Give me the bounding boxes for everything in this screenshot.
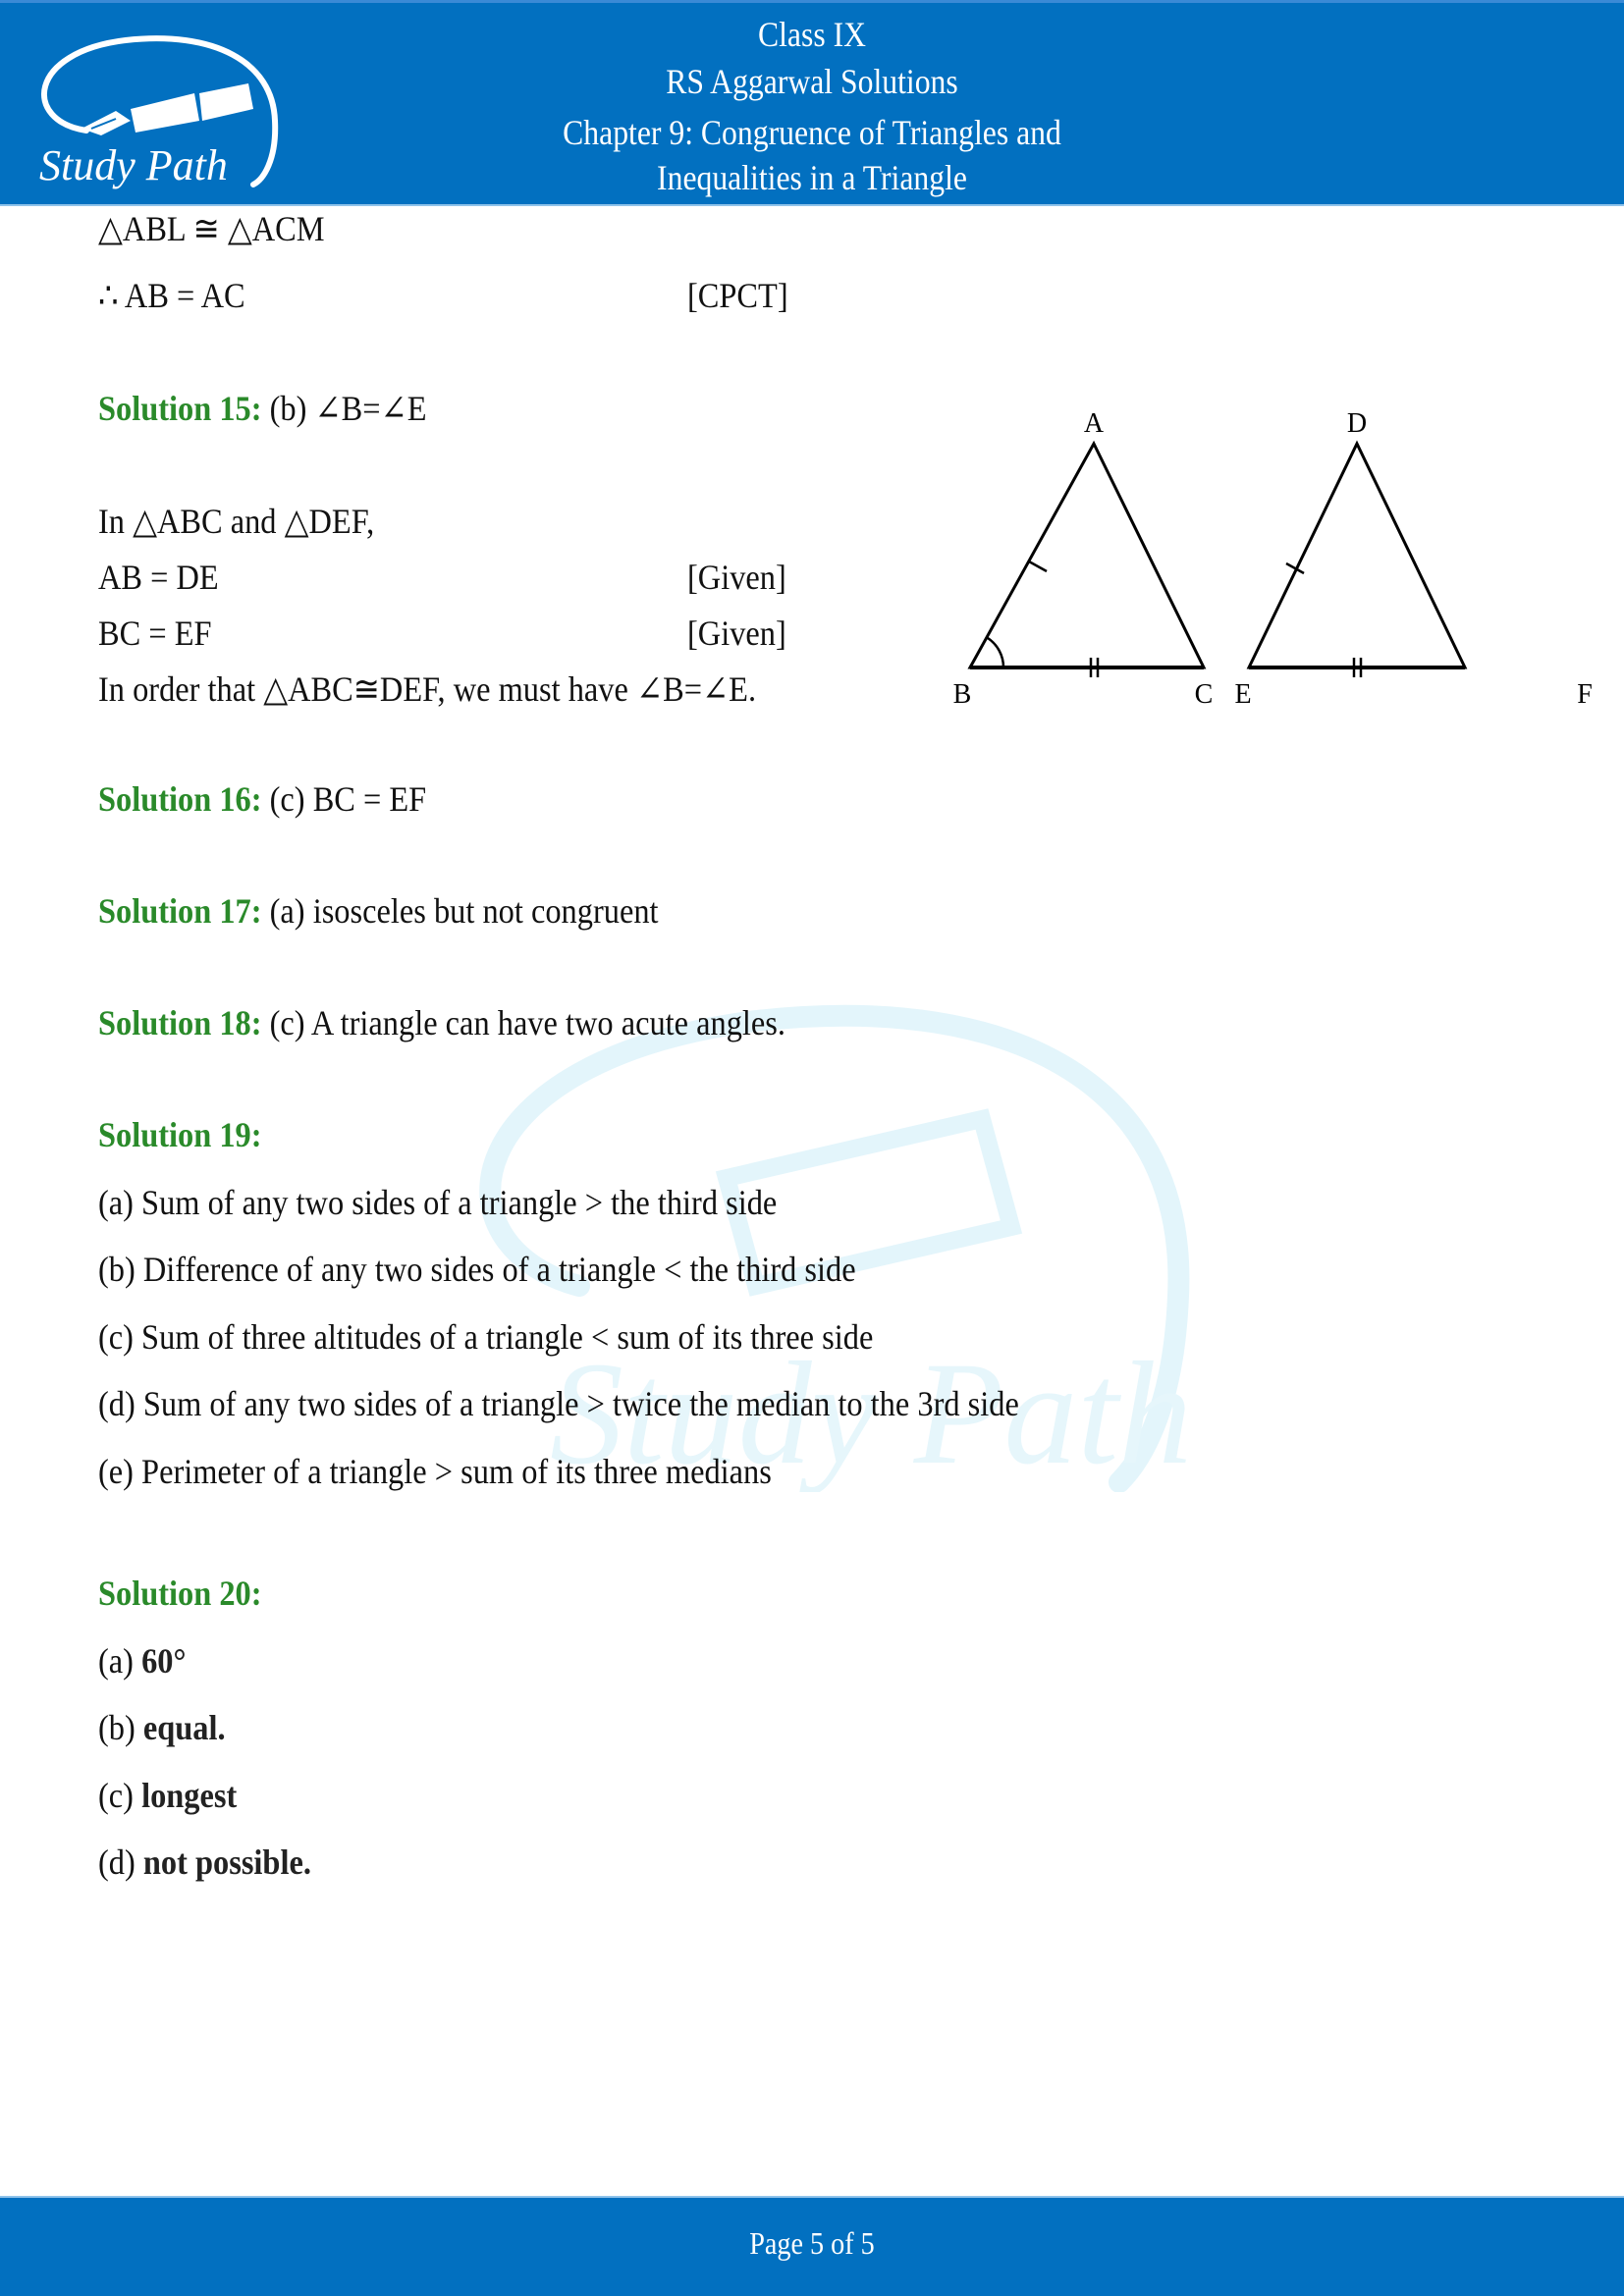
congruence-statement: △ABL ≅ △ACM [98,209,325,248]
header-titles: Class IX RS Aggarwal Solutions Chapter 9… [0,11,1624,195]
solution-19-item-d: (d) Sum of any two sides of a triangle >… [98,1384,1019,1423]
solution-15-line-4: In order that △ABC≅DEF, we must have ∠B=… [98,669,757,709]
solution-18: Solution 18: (c) A triangle can have two… [98,1002,785,1043]
triangle-def: D E F [1234,408,1592,710]
chapter-title-line1: Chapter 9: Congruence of Triangles and [563,113,1061,152]
solution-20-item-c: (c) longest [98,1775,237,1816]
solution-15-line-2: AB = DE [98,558,219,597]
angle-b-arc [987,636,1005,668]
solution-20-item-b: (b) equal. [98,1707,226,1748]
vertex-f: F [1577,679,1593,710]
solution-15-line-3: BC = EF [98,614,212,653]
solution-15-reason-3: [Given] [687,614,786,653]
solution-16-answer: (c) BC = EF [261,779,427,819]
solution-19-item-e: (e) Perimeter of a triangle > sum of its… [98,1452,772,1491]
chapter-title-line2: Inequalities in a Triangle [657,158,967,197]
item-prefix: (c) [98,1776,142,1815]
page-number: Page 5 of 5 [749,2225,875,2261]
item-prefix: (a) [98,1641,142,1681]
solution-19-item-b: (b) Difference of any two sides of a tri… [98,1250,856,1289]
item-answer: equal. [142,1708,226,1747]
solution-15-answer: (b) ∠B=∠E [261,389,427,428]
solution-19: Solution 19: [98,1114,262,1155]
solution-19-item-a: (a) Sum of any two sides of a triangle >… [98,1183,778,1222]
item-answer: 60° [141,1641,187,1681]
solution-15-line-1: In △ABC and △DEF, [98,502,375,541]
triangle-abc: A B C [953,408,1214,710]
solution-20-label: Solution 20: [98,1574,262,1613]
solution-18-answer: (c) A triangle can have two acute angles… [261,1003,786,1042]
solution-17-answer: (a) isosceles but not congruent [261,891,659,931]
solution-17-label: Solution 17: [98,891,262,931]
solution-15: Solution 15: (b) ∠B=∠E [98,388,426,429]
page-header: Study Path Class IX RS Aggarwal Solution… [0,0,1624,206]
item-answer: longest [141,1776,238,1815]
class-title: Class IX [758,15,866,54]
cpct-reason: [CPCT] [687,276,788,315]
solution-20-item-d: (d) not possible. [98,1842,311,1883]
book-title: RS Aggarwal Solutions [666,62,958,101]
vertex-b: B [953,679,972,710]
vertex-d: D [1347,408,1367,439]
vertex-c: C [1195,679,1214,710]
solution-19-item-c: (c) Sum of three altitudes of a triangle… [98,1317,874,1357]
item-answer: not possible. [142,1842,311,1882]
item-prefix: (b) [98,1708,143,1747]
vertex-a: A [1084,408,1105,439]
solution-18-label: Solution 18: [98,1003,262,1042]
tick-ab [1028,560,1048,573]
item-prefix: (d) [98,1842,143,1882]
solution-20: Solution 20: [98,1573,262,1614]
solution-16-label: Solution 16: [98,779,262,819]
solution-20-item-a: (a) 60° [98,1640,186,1682]
page-footer: Page 5 of 5 [0,2196,1624,2296]
solution-17: Solution 17: (a) isosceles but not congr… [98,890,659,932]
solution-15-reason-2: [Given] [687,558,786,597]
solution-15-label: Solution 15: [98,389,262,428]
cpct-statement: ∴ AB = AC [98,276,245,315]
vertex-e: E [1234,679,1251,710]
triangles-diagram: A B C D E F [953,408,1593,710]
solution-16: Solution 16: (c) BC = EF [98,778,426,820]
solution-19-label: Solution 19: [98,1115,262,1154]
